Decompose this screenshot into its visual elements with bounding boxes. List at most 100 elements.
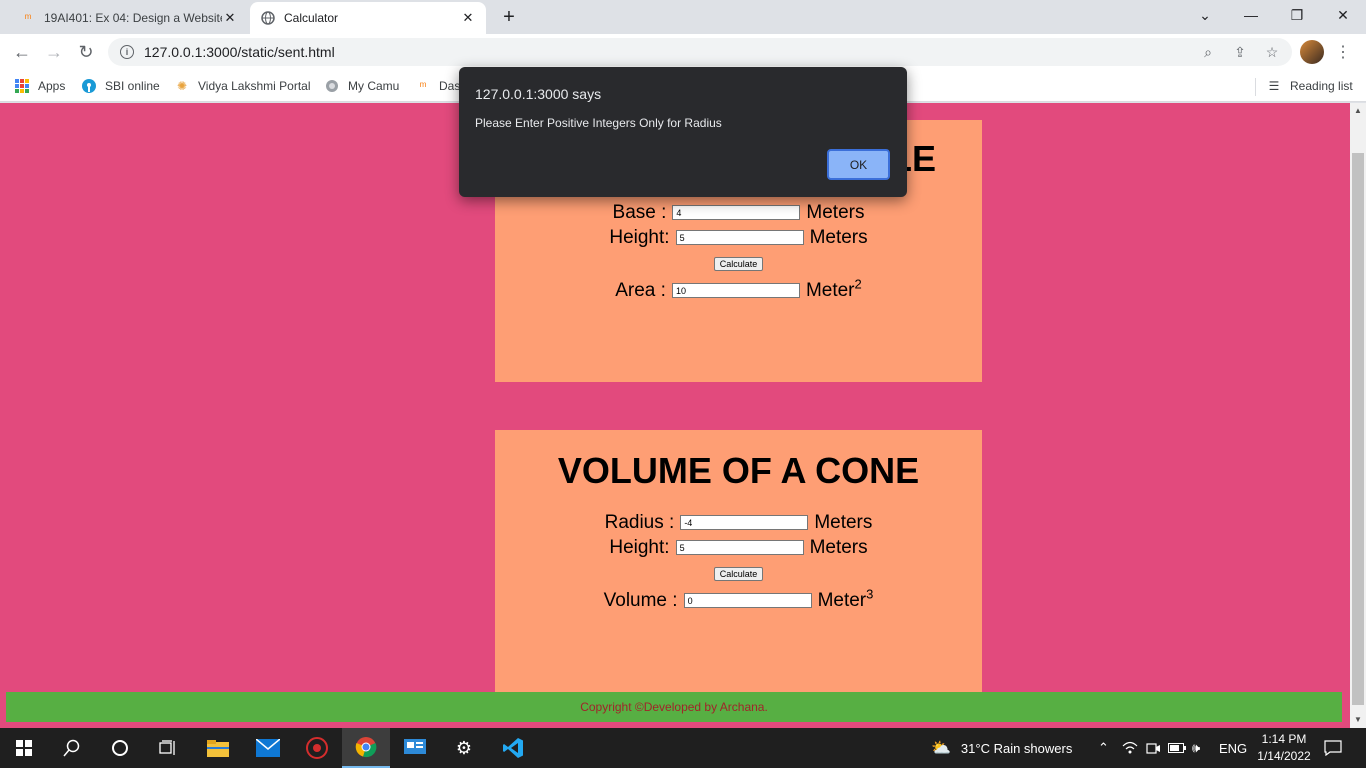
bookmark-label: SBI online <box>105 79 160 93</box>
tab-title: Calculator <box>284 11 339 25</box>
maximize-icon[interactable]: ❐ <box>1274 0 1320 30</box>
bookmark-mycamu[interactable]: My Camu <box>324 76 399 96</box>
ok-button[interactable]: OK <box>827 149 890 180</box>
card-title: VOLUME OF A CONE <box>557 450 920 491</box>
search-icon[interactable] <box>48 728 96 768</box>
url-text: 127.0.0.1:3000/static/sent.html <box>144 44 335 60</box>
address-bar[interactable]: i 127.0.0.1:3000/static/sent.html <box>108 38 1292 66</box>
control-panel-icon[interactable] <box>391 728 439 768</box>
alert-dialog: 127.0.0.1:3000 says Please Enter Positiv… <box>459 67 907 197</box>
base-input[interactable] <box>672 205 801 220</box>
clock[interactable]: 1:14 PM 1/14/2022 <box>1252 731 1316 765</box>
area-exponent: 2 <box>854 276 862 292</box>
new-tab-button[interactable]: + <box>496 6 522 28</box>
settings-gear-icon[interactable]: ⚙ <box>440 728 488 768</box>
weather-widget[interactable]: ⛅ 31°C Rain showers <box>931 728 1072 768</box>
reading-list-icon: ☰ <box>1268 79 1280 93</box>
battery-icon[interactable] <box>1168 728 1186 768</box>
volume-label: Volume : <box>603 589 678 611</box>
tab-strip: ᵐ 19AI401: Ex 04: Design a Website ✕ Cal… <box>0 0 1366 34</box>
tab-search-icon[interactable]: ⌄ <box>1182 0 1228 30</box>
cone-height-input[interactable] <box>675 540 804 555</box>
zoom-icon[interactable]: ⌕ <box>1198 42 1218 62</box>
tab-calculator[interactable]: Calculator ✕ <box>250 2 486 34</box>
radius-input[interactable] <box>680 515 809 530</box>
reading-list-label: Reading list <box>1290 79 1353 93</box>
chrome-icon[interactable] <box>342 728 390 768</box>
height-unit: Meters <box>809 226 868 248</box>
scroll-down-icon[interactable]: ▼ <box>1350 712 1366 726</box>
bookmark-vidya[interactable]: ✺ Vidya Lakshmi Portal <box>174 76 311 96</box>
sbi-icon <box>81 78 97 94</box>
bookmark-sbi[interactable]: SBI online <box>81 76 160 96</box>
volume-output[interactable] <box>683 593 812 608</box>
task-view-icon[interactable] <box>144 728 192 768</box>
area-unit: Meter2 <box>805 277 862 302</box>
language-indicator[interactable]: ENG <box>1219 728 1247 768</box>
info-icon[interactable]: i <box>120 45 134 59</box>
bookmark-label: My Camu <box>348 79 400 93</box>
cone-card: VOLUME OF A CONE Radius : Meters Height:… <box>495 430 982 692</box>
dialog-title: 127.0.0.1:3000 says <box>475 86 602 102</box>
tab-title: 19AI401: Ex 04: Design a Website <box>44 11 222 25</box>
weather-text: 31°C Rain showers <box>960 740 1073 756</box>
volume-unit-text: Meter <box>817 589 867 611</box>
height-row: Height: Meters <box>495 225 982 250</box>
height-row: Height: Meters <box>495 535 982 560</box>
tab-ex04[interactable]: ᵐ 19AI401: Ex 04: Design a Website ✕ <box>10 2 248 34</box>
area-label: Area : <box>615 279 666 301</box>
button-row: Calculate <box>495 560 982 588</box>
minimize-icon[interactable]: — <box>1228 0 1274 30</box>
windows-start-icon[interactable] <box>0 728 48 768</box>
apps-grid-icon <box>14 78 30 94</box>
radius-label: Radius : <box>604 511 675 533</box>
height-unit: Meters <box>809 536 868 558</box>
base-unit: Meters <box>806 201 865 223</box>
height-input[interactable] <box>675 230 804 245</box>
volume-icon[interactable]: 🕪 <box>1192 728 1200 768</box>
volume-exponent: 3 <box>866 586 874 602</box>
scroll-up-icon[interactable]: ▲ <box>1350 103 1366 117</box>
moodle-icon: ᵐ <box>24 11 32 25</box>
file-explorer-icon[interactable] <box>194 728 242 768</box>
bookmark-das[interactable]: ᵐ Das <box>415 76 461 96</box>
bookmark-apps[interactable]: Apps <box>14 76 65 96</box>
show-hidden-icons-icon[interactable]: ⌃ <box>1098 728 1109 768</box>
reload-icon[interactable]: ↻ <box>74 40 98 64</box>
antivirus-icon[interactable] <box>293 728 341 768</box>
wifi-icon[interactable] <box>1122 728 1138 768</box>
forward-arrow-icon[interactable]: → <box>42 40 66 64</box>
cortana-icon[interactable] <box>96 728 144 768</box>
base-label: Base : <box>612 201 667 223</box>
avatar[interactable] <box>1300 40 1324 64</box>
notification-icon[interactable] <box>1324 728 1342 768</box>
globe-icon <box>260 10 276 26</box>
toolbar: ← → ↻ i 127.0.0.1:3000/static/sent.html … <box>0 34 1366 70</box>
close-window-icon[interactable]: ✕ <box>1320 0 1366 30</box>
calculate-volume-button[interactable]: Calculate <box>713 567 764 581</box>
meet-now-icon[interactable] <box>1146 728 1160 768</box>
close-icon[interactable]: ✕ <box>460 10 476 26</box>
reading-list-button[interactable]: ☰ Reading list <box>1266 76 1353 96</box>
height-label: Height: <box>609 226 670 248</box>
moodle-icon: ᵐ <box>419 79 427 93</box>
scrollbar-thumb[interactable] <box>1352 153 1364 705</box>
back-arrow-icon[interactable]: ← <box>10 40 34 64</box>
area-output[interactable] <box>671 283 800 298</box>
weather-icon: ⛅ <box>931 740 951 757</box>
close-icon[interactable]: ✕ <box>222 10 238 26</box>
radius-row: Radius : Meters <box>495 510 982 535</box>
vidya-lakshmi-icon: ✺ <box>176 79 188 93</box>
bookmark-label: Das <box>439 79 461 93</box>
area-unit-text: Meter <box>805 279 855 301</box>
share-icon[interactable]: ⇪ <box>1230 42 1250 62</box>
dialog-message: Please Enter Positive Integers Only for … <box>475 116 722 130</box>
menu-icon[interactable]: ⋮ <box>1335 40 1351 64</box>
taskbar: ⚙ ⛅ 31°C Rain showers ⌃ 🕪 ENG 1:14 PM 1/… <box>0 728 1366 768</box>
calculate-area-button[interactable]: Calculate <box>713 257 764 271</box>
bookmark-star-icon[interactable]: ☆ <box>1262 42 1282 62</box>
bookmark-label: Vidya Lakshmi Portal <box>198 79 311 93</box>
scrollbar[interactable]: ▲ ▼ <box>1350 103 1366 728</box>
mail-icon[interactable] <box>244 728 292 768</box>
vscode-icon[interactable] <box>489 728 537 768</box>
